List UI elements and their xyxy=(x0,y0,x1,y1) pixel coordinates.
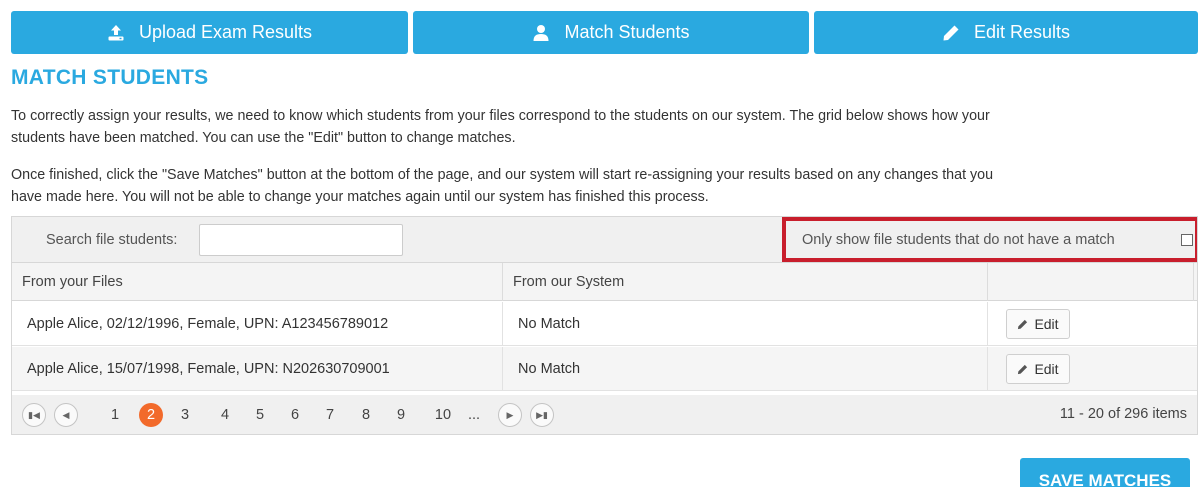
filter-label: Only show file students that do not have… xyxy=(802,232,1115,248)
system-student-cell: No Match xyxy=(503,302,988,346)
edit-button[interactable]: Edit xyxy=(1006,354,1070,384)
tab-upload-exam-results[interactable]: Upload Exam Results xyxy=(11,11,408,54)
page-link[interactable]: 3 xyxy=(173,403,197,427)
pager-info: 11 - 20 of 296 items xyxy=(1059,406,1187,422)
table-row: Apple Alice, 02/12/1996, Female, UPN: A1… xyxy=(12,302,1197,346)
intro-line: To correctly assign your results, we nee… xyxy=(11,108,990,124)
edit-label: Edit xyxy=(1034,361,1059,377)
pencil-icon xyxy=(1017,319,1028,330)
page-link[interactable]: 10 xyxy=(428,403,458,427)
search-input[interactable] xyxy=(199,224,403,256)
page-link-more[interactable]: ... xyxy=(462,403,486,427)
system-student-cell: No Match xyxy=(503,347,988,391)
column-header-actions xyxy=(988,263,1194,301)
page-link[interactable]: 6 xyxy=(283,403,307,427)
grid-toolbar: Search file students: Only show file stu… xyxy=(12,217,1197,263)
file-student-cell: Apple Alice, 02/12/1996, Female, UPN: A1… xyxy=(12,302,503,346)
column-header-from-files[interactable]: From your Files xyxy=(12,263,503,301)
page-link[interactable]: 1 xyxy=(103,403,127,427)
matches-grid: Search file students: Only show file stu… xyxy=(11,216,1198,435)
next-page-icon[interactable]: ▶ xyxy=(498,403,522,427)
tab-label: Edit Results xyxy=(973,22,1071,42)
pagination: ▮◀ ◀ 1 2 3 4 5 6 7 8 9 10 ... ▶ ▶▮ 11 - … xyxy=(12,395,1197,434)
page-link[interactable]: 5 xyxy=(248,403,272,427)
edit-button[interactable]: Edit xyxy=(1006,309,1070,339)
pencil-icon xyxy=(1017,364,1028,375)
pencil-icon xyxy=(942,24,960,42)
page-link[interactable]: 4 xyxy=(213,403,237,427)
column-header-from-system[interactable]: From our System xyxy=(503,263,988,301)
tab-edit-results[interactable]: Edit Results xyxy=(814,11,1198,54)
intro-paragraph: To correctly assign your results, we nee… xyxy=(11,105,1198,149)
intro-line: students have been matched. You can use … xyxy=(11,130,516,146)
instructions-line: Once finished, click the "Save Matches" … xyxy=(11,167,994,183)
wizard-tabs: Upload Exam Results Match Students Edit … xyxy=(11,11,1198,54)
first-page-icon[interactable]: ▮◀ xyxy=(22,403,46,427)
instructions-paragraph: Once finished, click the "Save Matches" … xyxy=(11,164,1198,208)
page-title: MATCH STUDENTS xyxy=(11,66,209,89)
instructions-line: have made here. You will not be able to … xyxy=(11,189,709,205)
save-matches-button[interactable]: SAVE MATCHES xyxy=(1020,458,1190,487)
edit-label: Edit xyxy=(1034,316,1059,332)
file-student-cell: Apple Alice, 15/07/1998, Female, UPN: N2… xyxy=(12,347,503,391)
page-link-current[interactable]: 2 xyxy=(139,403,163,427)
page-link[interactable]: 9 xyxy=(389,403,413,427)
upload-icon xyxy=(107,24,125,42)
tab-label: Match Students xyxy=(564,22,690,42)
unmatched-only-checkbox[interactable] xyxy=(1181,234,1193,246)
last-page-icon[interactable]: ▶▮ xyxy=(530,403,554,427)
prev-page-icon[interactable]: ◀ xyxy=(54,403,78,427)
page-link[interactable]: 8 xyxy=(354,403,378,427)
table-header: From your Files From our System xyxy=(12,263,1197,301)
tab-match-students[interactable]: Match Students xyxy=(413,11,809,54)
search-label: Search file students: xyxy=(46,232,178,248)
page-link[interactable]: 7 xyxy=(318,403,342,427)
user-icon xyxy=(532,24,550,42)
table-row: Apple Alice, 15/07/1998, Female, UPN: N2… xyxy=(12,347,1197,391)
tab-label: Upload Exam Results xyxy=(138,22,313,42)
